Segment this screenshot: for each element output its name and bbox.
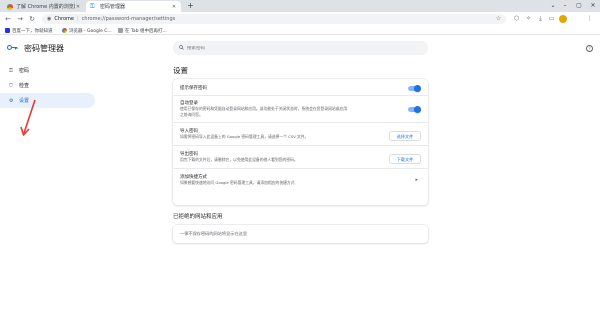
google-icon <box>62 28 67 33</box>
export-desc: 用完下载的文件后，请删除它，以免使用此设备的他人看到您的密码。 <box>180 157 298 162</box>
tab-group-icon <box>118 28 123 33</box>
browser-toolbar: ← → ↻ ◉ Chrome | chrome://password-manag… <box>0 12 600 26</box>
profile-avatar[interactable] <box>559 15 567 23</box>
new-tab-button[interactable]: + <box>186 1 195 11</box>
side-panel-icon[interactable]: ▭ <box>547 14 556 24</box>
back-icon[interactable]: ← <box>3 14 13 24</box>
address-bar[interactable]: ◉ Chrome | chrome://password-manager/set… <box>42 14 506 24</box>
auto-signin-row: 自动登录 使用已保存的密码和凭据自动登录网站和应用。该功能处于关闭状态时，系统会… <box>173 96 428 123</box>
blocked-sites-empty-text: 一律不保存密码的网站将显示在这里 <box>180 231 248 236</box>
tab-chrome-tools[interactable]: 了解 Chrome 内置的浏览器工具 ✕ <box>3 1 85 12</box>
chrome-icon: ◉ <box>47 16 52 22</box>
toggle-knob <box>414 84 421 92</box>
toggle-knob <box>414 105 421 113</box>
omnibox-chip: Chrome <box>54 16 74 22</box>
settings-heading: 设置 <box>173 66 188 75</box>
sidebar-item-passwords[interactable]: ⚿ 密码 <box>0 63 95 78</box>
key-favicon-icon: ⚿ <box>90 2 95 10</box>
forward-icon[interactable]: → <box>15 14 25 24</box>
blocked-sites-heading: 已拒绝的网站和应用 <box>173 214 223 220</box>
chrome-favicon-icon <box>7 3 13 10</box>
sidebar-item-label: 密码 <box>19 68 30 74</box>
bookmark-baidu[interactable]: 百度一下，你就知道 <box>5 27 53 34</box>
bookmark-label: 浏览器 - Google C... <box>69 28 112 34</box>
tab-title: 了解 Chrome 内置的浏览器工具 <box>16 4 75 10</box>
blocked-sites-card: 一律不保存密码的网站将显示在这里 <box>173 225 428 243</box>
extensions-puzzle-icon[interactable]: ✧ <box>524 14 533 24</box>
search-input[interactable] <box>187 45 387 51</box>
sidebar-item-label: 检查 <box>19 83 30 89</box>
chevron-right-icon: ▸ <box>415 177 418 183</box>
omnibox-url: chrome://password-manager/settings <box>81 16 176 22</box>
settings-card: 提示保存密码 自动登录 使用已保存的密码和凭据自动登录网站和应用。该功能处于关闭… <box>173 79 428 205</box>
shield-check-icon: ⛉ <box>9 82 13 89</box>
import-row: 导入密码 如需将密码导入此设备上的 Google 密码管理工具，请选择一个 CS… <box>173 123 428 146</box>
sidebar-item-checkup[interactable]: ⛉ 检查 <box>0 78 95 93</box>
shortcut-desc: 如果想要快速地访问 Google 密码管理工具，请添加相应的快捷方式 <box>180 180 295 185</box>
auto-signin-desc-2: 之前询问您。 <box>180 112 203 117</box>
close-tab-icon[interactable]: ✕ <box>75 4 81 10</box>
downloads-icon[interactable]: ⤓ <box>536 14 545 24</box>
maximize-icon[interactable]: ▢ <box>572 0 586 12</box>
close-tab-icon[interactable]: ✕ <box>171 4 177 10</box>
tab-title: 密码管理器 <box>100 4 126 10</box>
omnibox-separator: | <box>77 16 79 22</box>
help-icon[interactable]: ? <box>586 45 593 52</box>
password-manager-key-icon <box>6 44 18 52</box>
offer-save-toggle[interactable] <box>408 84 421 92</box>
password-manager-page: 密码管理器 ? ⚿ 密码 ⛉ 检查 ⚙ 设置 设置 提示保存密码 自动登录 <box>0 36 600 323</box>
bookmark-star-icon[interactable]: ☆ <box>496 15 501 22</box>
shortcut-row[interactable]: 添加快捷方式 如果想要快速地访问 Google 密码管理工具，请添加相应的快捷方… <box>173 169 428 191</box>
close-window-icon[interactable]: ✕ <box>586 0 600 12</box>
download-file-button[interactable]: 下载文件 <box>389 154 421 164</box>
offer-save-title: 提示保存密码 <box>180 86 207 91</box>
search-icon <box>179 44 184 52</box>
bookmark-label: 在 Tab 组中后再打... <box>125 28 167 34</box>
search-bar[interactable] <box>173 41 428 55</box>
offer-save-row: 提示保存密码 <box>173 79 428 96</box>
export-row: 导出密码 用完下载的文件后，请删除它，以免使用此设备的他人看到您的密码。 下载文… <box>173 146 428 169</box>
baidu-icon <box>5 28 10 33</box>
auto-signin-desc-1: 使用已保存的密码和凭据自动登录网站和应用。该功能处于关闭状态时，系统会在您登录网… <box>180 106 348 111</box>
tab-password-manager[interactable]: ⚿ 密码管理器 ✕ <box>86 1 181 12</box>
page-title: 密码管理器 <box>24 44 64 53</box>
tab-strip: 了解 Chrome 内置的浏览器工具 ✕ ⚿ 密码管理器 ✕ + ⌄ – ▢ ✕ <box>0 0 600 12</box>
bookmark-google-chrome[interactable]: 浏览器 - Google C... <box>62 27 112 34</box>
reload-icon[interactable]: ↻ <box>27 14 37 24</box>
bookmark-tab-group[interactable]: 在 Tab 组中后再打... <box>118 27 167 34</box>
extension-icon[interactable]: ⬡ <box>512 14 521 24</box>
menu-kebab-icon[interactable]: ⋮ <box>585 14 594 24</box>
auto-signin-toggle[interactable] <box>408 105 421 113</box>
bookmarks-bar: 百度一下，你就知道 浏览器 - Google C... 在 Tab 组中后再打.… <box>0 26 600 35</box>
annotation-arrow <box>20 99 36 136</box>
import-desc: 如需将密码导入此设备上的 Google 密码管理工具，请选择一个 CSV 文件。 <box>180 134 309 139</box>
key-icon: ⚿ <box>9 67 13 74</box>
choose-file-button[interactable]: 选择文件 <box>389 131 421 141</box>
minimize-icon[interactable]: – <box>558 0 572 12</box>
bookmark-label: 百度一下，你就知道 <box>12 28 53 34</box>
